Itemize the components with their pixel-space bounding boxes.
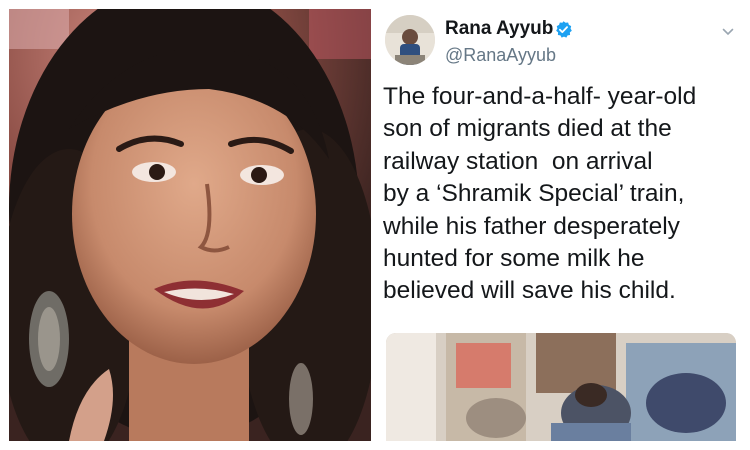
tweet-text-line: while his father desperately xyxy=(383,212,680,240)
chevron-down-icon[interactable] xyxy=(721,25,735,39)
tweet-text: The four-and-a-half- year-old son of mig… xyxy=(383,81,739,308)
display-name[interactable]: Rana Ayyub xyxy=(445,18,553,40)
verified-badge-icon xyxy=(556,21,572,38)
tweet-card: Rana Ayyub @RanaAyyub The four-and-a-hal… xyxy=(381,9,741,441)
tweet-text-line: son of migrants died at the xyxy=(383,115,672,143)
avatar[interactable] xyxy=(385,15,435,65)
tweet-text-line: railway station on arrival xyxy=(383,147,653,175)
user-handle[interactable]: @RanaAyyub xyxy=(445,45,556,66)
tweet-text-line: by a ‘Shramik Special’ train, xyxy=(383,180,685,208)
tweet-text-line: believed will save his child. xyxy=(383,277,676,305)
tweet-text-line: The four-and-a-half- year-old xyxy=(383,83,697,110)
portrait-photo xyxy=(9,9,371,441)
tweet-media-image[interactable] xyxy=(386,333,736,441)
tweet-header: Rana Ayyub @RanaAyyub xyxy=(381,9,741,71)
tweet-text-line: hunted for some milk he xyxy=(383,245,645,273)
